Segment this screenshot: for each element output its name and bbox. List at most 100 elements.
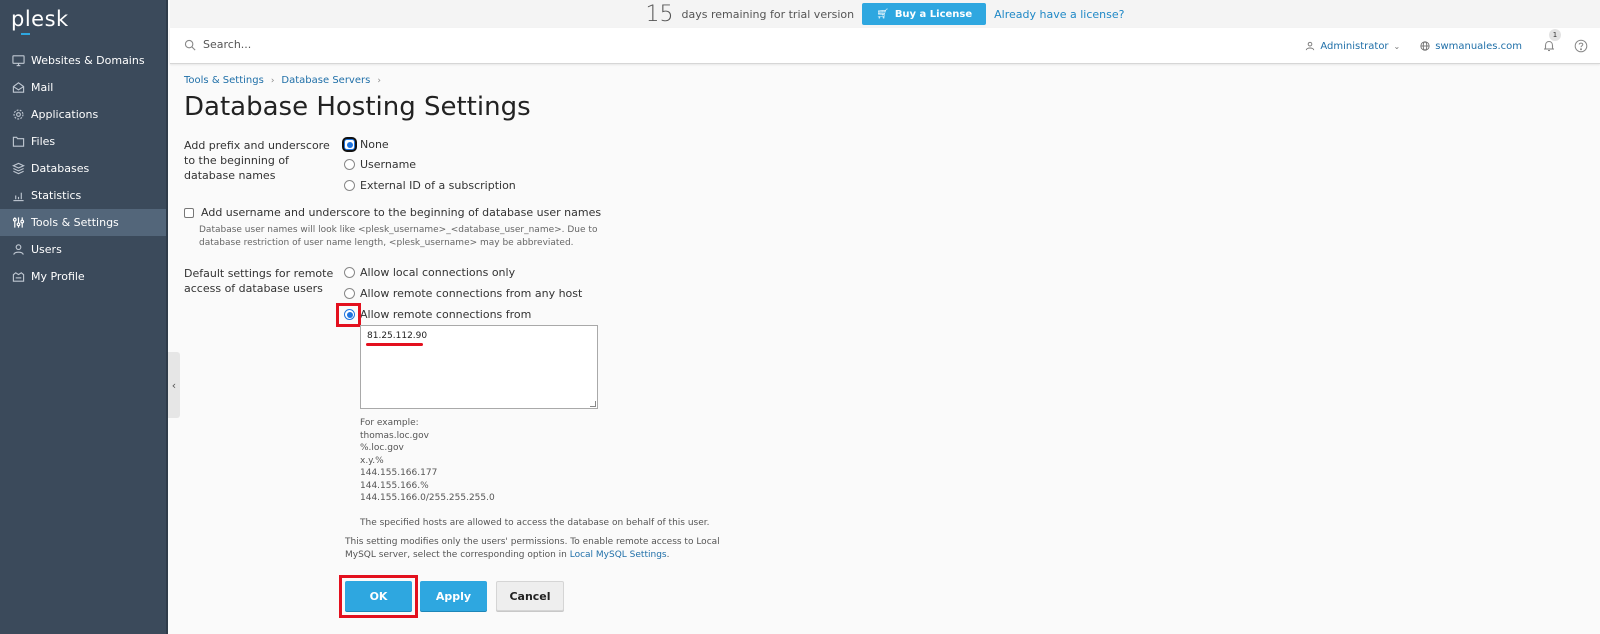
sidebar-item-databases[interactable]: Databases bbox=[0, 155, 166, 182]
remote-option-from-hosts[interactable]: Allow remote connections from bbox=[344, 308, 531, 321]
gear-icon bbox=[12, 108, 25, 121]
sidebar-item-users[interactable]: Users bbox=[0, 236, 166, 263]
annotation-underline bbox=[366, 343, 423, 346]
prefix-label: Add prefix and underscore to the beginni… bbox=[184, 139, 330, 182]
username-prefix-checkbox-row[interactable]: Add username and underscore to the begin… bbox=[184, 206, 601, 219]
sidebar-item-label: Mail bbox=[31, 81, 54, 94]
search-bar[interactable]: Search... bbox=[184, 38, 251, 51]
example-item: x.y.% bbox=[360, 455, 384, 466]
search-icon bbox=[184, 39, 196, 51]
remote-access-note: This setting modifies only the users' pe… bbox=[345, 536, 720, 561]
radio-label: Username bbox=[360, 158, 417, 171]
sidebar-item-statistics[interactable]: Statistics bbox=[0, 182, 166, 209]
bell-icon bbox=[1544, 40, 1554, 52]
header-actions: Administrator ⌄ swmanuales.com 1 bbox=[1285, 28, 1561, 64]
allowed-hosts-textarea[interactable]: 81.25.112.90 bbox=[360, 325, 598, 409]
page-title: Database Hosting Settings bbox=[184, 92, 531, 122]
radio-label: None bbox=[360, 138, 389, 151]
username-prefix-checkbox[interactable] bbox=[184, 207, 194, 218]
already-have-license-link[interactable]: Already have a license? bbox=[994, 8, 1124, 21]
example-item: thomas.loc.gov bbox=[360, 430, 429, 441]
chevron-right-icon: › bbox=[270, 75, 275, 86]
chevron-down-icon: ⌄ bbox=[1393, 41, 1401, 51]
host-examples: For example: thomas.loc.gov %.loc.gov x.… bbox=[360, 417, 495, 505]
local-mysql-settings-link[interactable]: Local MySQL Settings bbox=[570, 550, 667, 560]
allowed-hosts-value: 81.25.112.90 bbox=[367, 331, 428, 341]
username-prefix-hint: Database user names will look like <ples… bbox=[199, 224, 597, 249]
envelope-icon bbox=[12, 81, 25, 94]
radio-button[interactable] bbox=[344, 267, 355, 278]
sidebar-item-label: Users bbox=[31, 243, 62, 256]
logo-text: plesk bbox=[11, 7, 69, 31]
sidebar-item-websites-domains[interactable]: Websites & Domains bbox=[0, 47, 166, 74]
prefix-option-none[interactable]: None bbox=[344, 138, 389, 151]
note-line: This setting modifies only the users' pe… bbox=[345, 537, 720, 547]
top-header: Search... Administrator ⌄ swmanuales.com… bbox=[170, 28, 1600, 64]
hosts-note: The specified hosts are allowed to acces… bbox=[360, 518, 710, 528]
remote-option-local-only[interactable]: Allow local connections only bbox=[344, 266, 515, 279]
apply-button[interactable]: Apply bbox=[420, 581, 487, 611]
folder-icon bbox=[12, 135, 25, 148]
sidebar-item-label: Websites & Domains bbox=[31, 54, 145, 67]
user-menu[interactable]: Administrator ⌄ bbox=[1305, 41, 1400, 52]
layers-icon bbox=[12, 162, 25, 175]
trial-days-count: 15 bbox=[645, 1, 674, 27]
radio-button[interactable] bbox=[344, 288, 355, 299]
user-menu-label: Administrator bbox=[1320, 40, 1389, 52]
cart-icon: 🛒︎ bbox=[876, 8, 889, 20]
sidebar: plesk Websites & Domains Mail Applicatio… bbox=[0, 0, 168, 634]
radio-label: Allow remote connections from any host bbox=[360, 287, 583, 300]
user-icon bbox=[1306, 41, 1315, 51]
example-item: %.loc.gov bbox=[360, 443, 404, 453]
radio-button[interactable] bbox=[344, 139, 355, 150]
sidebar-collapse-button[interactable]: ‹ bbox=[168, 352, 180, 418]
note-text: . bbox=[666, 549, 670, 560]
breadcrumb-database-servers[interactable]: Database Servers bbox=[281, 75, 370, 86]
sidebar-item-mail[interactable]: Mail bbox=[0, 74, 166, 101]
sidebar-item-applications[interactable]: Applications bbox=[0, 101, 166, 128]
apply-button-label: Apply bbox=[435, 589, 472, 603]
remote-access-label: Default settings for remote access of da… bbox=[184, 267, 334, 295]
sidebar-item-label: Statistics bbox=[31, 189, 82, 202]
sidebar-item-label: Files bbox=[31, 135, 56, 148]
sidebar-item-files[interactable]: Files bbox=[0, 128, 166, 155]
chevron-left-icon: ‹ bbox=[171, 378, 177, 392]
resize-handle[interactable] bbox=[590, 401, 596, 407]
remote-option-any-host[interactable]: Allow remote connections from any host bbox=[344, 287, 582, 300]
help-button[interactable] bbox=[1574, 39, 1588, 53]
notification-badge: 1 bbox=[1549, 29, 1561, 41]
hint-line: database restriction of user name length… bbox=[199, 237, 574, 248]
trial-text: days remaining for trial version bbox=[681, 7, 855, 21]
notifications-button[interactable]: 1 bbox=[1542, 29, 1561, 53]
sliders-icon bbox=[12, 216, 25, 229]
sidebar-nav: Websites & Domains Mail Applications Fil… bbox=[0, 47, 166, 290]
example-item: 144.155.166.177 bbox=[360, 468, 438, 478]
checkbox-label: Add username and underscore to the begin… bbox=[201, 206, 602, 219]
cancel-button[interactable]: Cancel bbox=[496, 581, 564, 611]
prefix-option-username[interactable]: Username bbox=[344, 158, 416, 171]
domain-label: swmanuales.com bbox=[1435, 40, 1522, 52]
annotation-highlight-ok bbox=[339, 575, 418, 618]
hint-line: Database user names will look like <ples… bbox=[199, 225, 598, 235]
help-icon bbox=[1574, 39, 1588, 53]
search-input[interactable]: Search... bbox=[203, 38, 251, 51]
radio-button[interactable] bbox=[344, 180, 355, 191]
sidebar-item-my-profile[interactable]: My Profile bbox=[0, 263, 166, 290]
buy-license-label: Buy a License bbox=[894, 8, 973, 20]
radio-button[interactable] bbox=[344, 159, 355, 170]
buy-license-button[interactable]: 🛒︎ Buy a License bbox=[862, 3, 987, 25]
prefix-option-external-id[interactable]: External ID of a subscription bbox=[344, 179, 516, 192]
annotation-highlight-radio bbox=[336, 303, 361, 327]
sidebar-item-label: My Profile bbox=[31, 270, 85, 283]
logo-underline bbox=[21, 33, 30, 35]
examples-title: For example: bbox=[360, 418, 419, 428]
sidebar-item-label: Applications bbox=[31, 108, 99, 121]
user-icon bbox=[12, 243, 25, 256]
example-item: 144.155.166.% bbox=[360, 480, 429, 491]
sidebar-item-tools-settings[interactable]: Tools & Settings bbox=[0, 209, 166, 236]
example-item: 144.155.166.0/255.255.255.0 bbox=[360, 493, 495, 503]
plesk-logo[interactable]: plesk bbox=[11, 7, 69, 35]
breadcrumb-tools-settings[interactable]: Tools & Settings bbox=[184, 75, 264, 86]
sidebar-item-label: Tools & Settings bbox=[31, 216, 119, 229]
domain-link[interactable]: swmanuales.com bbox=[1420, 41, 1522, 52]
